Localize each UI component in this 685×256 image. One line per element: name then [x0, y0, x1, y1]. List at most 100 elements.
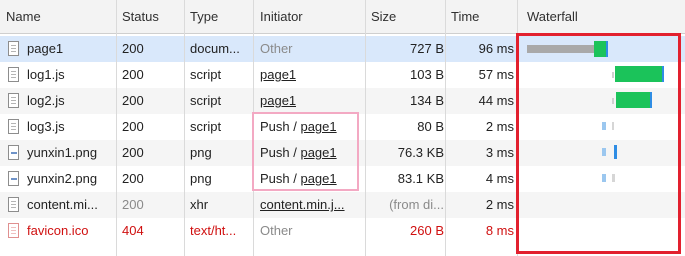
request-status: 200 — [122, 41, 144, 56]
request-size: 103 B — [410, 67, 444, 82]
waterfall-receive-edge — [662, 66, 664, 82]
request-time: 2 ms — [485, 119, 514, 134]
column-divider[interactable] — [116, 0, 117, 256]
request-size: 727 B — [410, 41, 444, 56]
request-time: 4 ms — [485, 171, 514, 186]
request-time: 44 ms — [478, 93, 514, 108]
request-status: 200 — [122, 197, 144, 212]
table-row[interactable]: yunxin2.png 200 png Push / page1 83.1 KB… — [0, 166, 685, 192]
table-row[interactable]: log1.js 200 script page1 103 B 57 ms — [0, 62, 685, 88]
request-name: yunxin1.png — [27, 145, 98, 160]
table-header: Name Status Type Initiator Size Time Wat… — [0, 0, 685, 34]
request-type: script — [190, 67, 222, 82]
waterfall-download-bar — [602, 148, 606, 156]
waterfall-download-bar — [615, 66, 662, 82]
table-row[interactable]: log2.js 200 script page1 134 B 44 ms — [0, 88, 685, 114]
column-header-waterfall[interactable]: Waterfall — [527, 0, 578, 34]
waterfall-receive-edge — [614, 145, 617, 159]
request-name: log1.js — [27, 67, 65, 82]
request-size: 80 B — [417, 119, 444, 134]
initiator-link[interactable]: page1 — [300, 171, 336, 186]
request-initiator: Other — [260, 223, 293, 238]
script-file-icon — [8, 119, 19, 134]
request-name: page1 — [27, 41, 64, 56]
column-header-time[interactable]: Time — [451, 0, 479, 34]
request-name: content.mi... — [27, 197, 98, 212]
request-size: 76.3 KB — [397, 145, 444, 160]
request-initiator: Push / page1 — [260, 166, 337, 192]
table-row[interactable]: log3.js 200 script Push / page1 80 B 2 m… — [0, 114, 685, 140]
request-time: 96 ms — [478, 41, 514, 56]
request-name: favicon.ico — [27, 223, 89, 238]
column-divider[interactable] — [445, 0, 446, 256]
waterfall-download-bar — [616, 92, 650, 108]
script-file-icon — [8, 67, 19, 82]
initiator-link[interactable]: page1 — [260, 62, 296, 88]
script-file-icon — [8, 93, 19, 108]
network-requests-table: Name Status Type Initiator Size Time Wat… — [0, 0, 685, 256]
table-row[interactable]: favicon.ico 404 text/ht... Other 260 B 8… — [0, 218, 685, 244]
document-file-icon — [8, 223, 19, 238]
column-divider[interactable] — [365, 0, 366, 256]
initiator-push-label: Push / — [260, 145, 301, 160]
waterfall-waiting-bar — [612, 98, 614, 104]
request-type: docum... — [190, 41, 240, 56]
waterfall-waiting-bar — [612, 174, 615, 182]
request-name: log3.js — [27, 119, 65, 134]
request-type: script — [190, 93, 222, 108]
column-header-status[interactable]: Status — [122, 0, 159, 34]
request-status: 200 — [122, 119, 144, 134]
column-divider[interactable] — [253, 0, 254, 256]
initiator-link[interactable]: page1 — [300, 119, 336, 134]
request-initiator: Other — [260, 41, 293, 56]
initiator-push-label: Push / — [260, 171, 301, 186]
request-status: 200 — [122, 145, 144, 160]
initiator-push-label: Push / — [260, 119, 301, 134]
initiator-link[interactable]: content.min.j... — [260, 192, 360, 218]
request-status: 404 — [122, 223, 144, 238]
request-initiator: Push / page1 — [260, 114, 337, 140]
waterfall-download-bar — [602, 174, 606, 182]
request-type: png — [190, 171, 212, 186]
column-header-type[interactable]: Type — [190, 0, 218, 34]
initiator-link[interactable]: page1 — [260, 88, 296, 114]
request-status: 200 — [122, 171, 144, 186]
table-row[interactable]: content.mi... 200 xhr content.min.j... (… — [0, 192, 685, 218]
request-size: 83.1 KB — [397, 171, 444, 186]
waterfall-waiting-bar — [612, 122, 614, 130]
image-file-icon — [8, 145, 19, 160]
request-name: yunxin2.png — [27, 171, 98, 186]
initiator-link[interactable]: page1 — [300, 145, 336, 160]
request-status: 200 — [122, 93, 144, 108]
request-type: xhr — [190, 197, 209, 212]
request-time: 3 ms — [485, 145, 514, 160]
waterfall-download-bar — [594, 41, 606, 57]
column-divider[interactable] — [184, 0, 185, 256]
request-size: 260 B — [410, 223, 444, 238]
request-time: 8 ms — [485, 223, 514, 238]
table-row[interactable]: yunxin1.png 200 png Push / page1 76.3 KB… — [0, 140, 685, 166]
column-header-name[interactable]: Name — [6, 0, 41, 34]
document-file-icon — [8, 197, 19, 212]
request-time: 57 ms — [478, 67, 514, 82]
waterfall-waiting-bar — [527, 45, 594, 53]
request-size: 134 B — [410, 93, 444, 108]
waterfall-receive-edge — [650, 92, 652, 108]
waterfall-download-bar — [602, 122, 606, 130]
table-row[interactable]: page1 200 docum... Other 727 B 96 ms — [0, 36, 685, 62]
request-type: script — [190, 119, 222, 134]
request-type: text/ht... — [190, 223, 237, 238]
request-initiator: Push / page1 — [260, 140, 337, 166]
request-size: (from di... — [389, 197, 444, 212]
request-name: log2.js — [27, 93, 65, 108]
document-file-icon — [8, 41, 19, 56]
waterfall-waiting-bar — [612, 72, 614, 78]
request-status: 200 — [122, 67, 144, 82]
request-time: 2 ms — [485, 197, 514, 212]
column-header-initiator[interactable]: Initiator — [260, 0, 303, 34]
request-type: png — [190, 145, 212, 160]
column-header-size[interactable]: Size — [371, 0, 396, 34]
image-file-icon — [8, 171, 19, 186]
waterfall-receive-edge — [606, 41, 608, 57]
column-divider[interactable] — [517, 0, 518, 256]
